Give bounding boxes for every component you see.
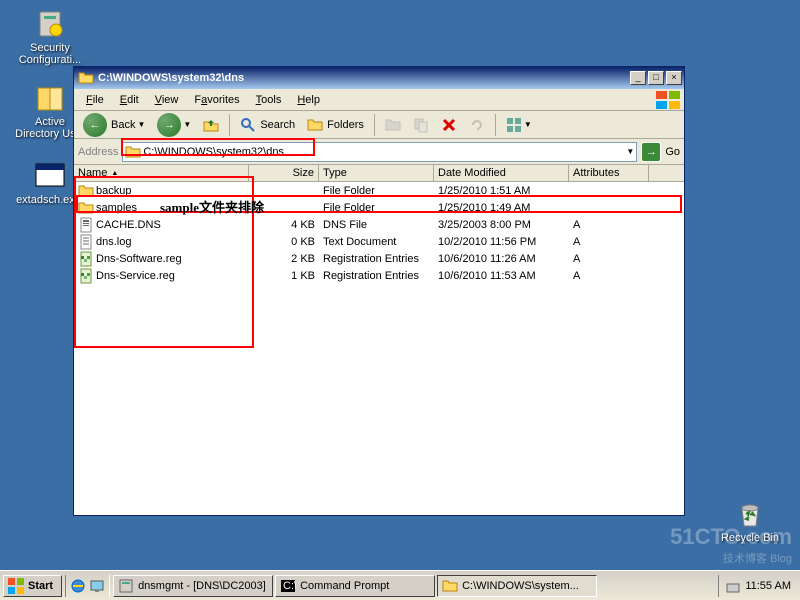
menu-edit[interactable]: Edit [112,92,147,108]
menu-bar: File Edit View Favorites Tools Help [74,89,684,111]
col-attr[interactable]: Attributes [569,165,649,181]
file-row[interactable]: samplesFile Folder1/25/2010 1:49 AM [74,199,684,216]
move-icon [385,117,401,133]
close-button[interactable]: × [666,71,682,85]
watermark: 51CTO.com 技术博客 Blog [670,524,792,566]
folder-icon [78,200,94,216]
svg-text:C:\: C:\ [283,580,296,592]
maximize-button[interactable]: □ [648,71,664,85]
taskbar-button[interactable]: dnsmgmt - [DNS\DC2003] [113,575,273,597]
txt-icon [78,234,94,250]
menu-tools[interactable]: Tools [248,92,290,108]
cmd-icon: C:\ [280,578,296,594]
views-button[interactable]: ▼ [501,114,537,136]
window-icon [34,160,66,192]
go-button[interactable]: → [641,142,661,162]
mmc-icon [118,578,134,594]
folder-icon [78,70,94,86]
folders-button[interactable]: Folders [302,114,369,136]
quick-launch [65,575,110,597]
minimize-button[interactable]: _ [630,71,646,85]
taskbar-button[interactable]: C:\Command Prompt [275,575,435,597]
col-name[interactable]: Name [74,165,249,181]
menu-favorites[interactable]: Favorites [186,92,247,108]
file-row[interactable]: CACHE.DNS4 KBDNS File3/25/2003 8:00 PMA [74,216,684,233]
search-icon [240,117,256,133]
col-size[interactable]: Size [249,165,319,181]
window-title: C:\WINDOWS\system32\dns [98,72,628,84]
folder-icon [125,144,141,160]
forward-button[interactable]: →▼ [152,110,196,140]
windows-flag-icon [656,91,680,109]
delete-icon [441,117,457,133]
reg-icon [78,251,94,267]
shield-icon [34,8,66,40]
clock: 11:55 AM [745,580,791,592]
folders-icon [307,117,323,133]
tray-icon[interactable] [725,578,741,594]
folder-up-icon [203,117,219,133]
menu-view[interactable]: View [147,92,187,108]
system-tray[interactable]: 11:55 AM [718,575,797,597]
taskbar: Start dnsmgmt - [DNS\DC2003]C:\Command P… [0,570,800,600]
desktop-icon-security[interactable]: Security Configurati... [15,8,85,66]
address-input[interactable]: C:\WINDOWS\system32\dns ▼ [122,142,637,162]
reg-icon [78,268,94,284]
move-to-button [380,114,406,136]
address-path: C:\WINDOWS\system32\dns [143,146,284,158]
file-row[interactable]: backupFile Folder1/25/2010 1:51 AM [74,182,684,199]
address-label: Address [78,146,118,158]
desktop-icon-label: Security Configurati... [15,42,85,66]
desktop-icon[interactable] [89,578,105,594]
delete-button[interactable] [436,114,462,136]
folder-icon [78,183,94,199]
file-row[interactable]: Dns-Software.reg2 KBRegistration Entries… [74,250,684,267]
taskbar-button[interactable]: C:\WINDOWS\system... [437,575,597,597]
address-bar: Address C:\WINDOWS\system32\dns ▼ → Go [74,139,684,165]
folder-icon [442,578,458,594]
column-headers: Name Size Type Date Modified Attributes [74,165,684,182]
back-button[interactable]: ←Back▼ [78,110,150,140]
up-button[interactable] [198,114,224,136]
go-label: Go [665,146,680,158]
col-type[interactable]: Type [319,165,434,181]
toolbar: ←Back▼ →▼ Search Folders ▼ [74,111,684,139]
windows-flag-icon [8,578,24,594]
explorer-window: C:\WINDOWS\system32\dns _ □ × File Edit … [73,66,685,516]
search-button[interactable]: Search [235,114,300,136]
menu-file[interactable]: File [78,92,112,108]
dns-icon [78,217,94,233]
book-icon [34,82,66,114]
ie-icon[interactable] [70,578,86,594]
copy-to-button [408,114,434,136]
copy-icon [413,117,429,133]
views-icon [506,117,522,133]
file-row[interactable]: dns.log0 KBText Document10/2/2010 11:56 … [74,233,684,250]
file-row[interactable]: Dns-Service.reg1 KBRegistration Entries1… [74,267,684,284]
file-list[interactable]: Name Size Type Date Modified Attributes … [74,165,684,515]
chevron-down-icon[interactable]: ▼ [626,147,634,156]
menu-help[interactable]: Help [289,92,328,108]
titlebar[interactable]: C:\WINDOWS\system32\dns _ □ × [74,67,684,89]
undo-button [464,114,490,136]
start-button[interactable]: Start [3,575,62,597]
undo-icon [469,117,485,133]
col-date[interactable]: Date Modified [434,165,569,181]
